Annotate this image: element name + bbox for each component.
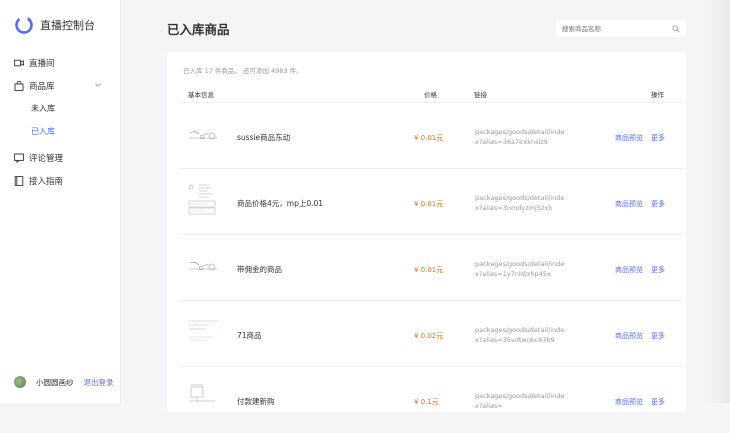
product-name: 带佣金的商品 xyxy=(237,265,282,274)
goods-table-card: 已入库 17 件商品， 还可添加 4983 件。 基本信息 价格 链接 操作 s… xyxy=(167,52,686,412)
sidebar: 直播控制台 直播间 商品库 未入库 已入库 评论管理 接入指南 小圆圆画纱 退出… xyxy=(0,0,121,403)
user-name: 小圆圆画纱 xyxy=(36,377,74,387)
more-button[interactable]: 更多 xyxy=(651,133,665,143)
column-header-link: 链接 xyxy=(474,91,487,99)
search-input[interactable] xyxy=(562,24,672,33)
product-link: packages/goods/detail/index?alias=3nmdyz… xyxy=(475,194,565,212)
table-row: sussie商品东动 ¥ 0.01元 packages/goods/detail… xyxy=(180,102,683,169)
column-header-price: 价格 xyxy=(424,91,437,99)
preview-button[interactable]: 商品预览 xyxy=(615,331,643,341)
product-price: ¥ 0.01元 xyxy=(414,134,444,142)
video-camera-icon xyxy=(14,59,24,67)
product-price: ¥ 0.02元 xyxy=(414,332,444,340)
chevron-down-icon[interactable] xyxy=(95,82,101,88)
user-info: 小圆圆画纱 退出登录 xyxy=(14,376,114,388)
product-link: packages/goods/detail/index?alias= xyxy=(475,392,565,410)
column-header-actions: 操作 xyxy=(651,91,664,99)
shopping-bag-icon xyxy=(14,81,24,91)
more-button[interactable]: 更多 xyxy=(651,397,665,407)
sidebar-subitem-not-stocked[interactable]: 未入库 xyxy=(31,103,55,114)
table-row: 71商品 ¥ 0.02元 packages/goods/detail/index… xyxy=(180,300,683,367)
stock-summary: 已入库 17 件商品， 还可添加 4983 件。 xyxy=(183,67,303,75)
product-name: 付款建新购 xyxy=(237,397,275,406)
book-icon xyxy=(14,176,24,186)
product-name: 商品价格4元，mp上0.01 xyxy=(237,199,324,208)
page-title: 已入库商品 xyxy=(167,22,230,37)
logout-link[interactable]: 退出登录 xyxy=(84,377,114,388)
preview-button[interactable]: 商品预览 xyxy=(615,397,643,407)
sidebar-item-label: 商品库 xyxy=(29,82,55,92)
product-thumbnail[interactable] xyxy=(187,183,219,219)
preview-button[interactable]: 商品预览 xyxy=(615,199,643,209)
avatar[interactable] xyxy=(14,376,26,388)
brand[interactable]: 直播控制台 xyxy=(14,14,95,36)
more-button[interactable]: 更多 xyxy=(651,265,665,275)
product-thumbnail[interactable] xyxy=(187,249,219,285)
product-link: packages/goods/detail/index?alias=1y7nld… xyxy=(475,260,565,278)
product-thumbnail[interactable] xyxy=(187,381,219,417)
search-box[interactable] xyxy=(556,20,686,37)
product-name: 71商品 xyxy=(237,331,262,340)
product-link: packages/goods/detail/index?alias=35vdtw… xyxy=(475,326,565,344)
preview-button[interactable]: 商品预览 xyxy=(615,133,643,143)
product-price: ¥ 0.1元 xyxy=(414,398,439,406)
product-price: ¥ 0.01元 xyxy=(414,266,444,274)
product-thumbnail[interactable] xyxy=(187,315,219,351)
sidebar-item-label: 直播间 xyxy=(29,59,55,69)
search-icon[interactable] xyxy=(672,24,680,33)
table-row: 付款建新购 ¥ 0.1元 packages/goods/detail/index… xyxy=(180,366,683,433)
sidebar-subitem-stocked[interactable]: 已入库 xyxy=(31,126,55,137)
sidebar-item-goods-library[interactable]: 商品库 xyxy=(14,80,55,92)
sidebar-item-live-room[interactable]: 直播间 xyxy=(14,57,55,69)
sidebar-item-comments[interactable]: 评论管理 xyxy=(14,152,63,164)
right-edge-shadow xyxy=(706,0,730,403)
brand-logo-icon xyxy=(15,16,33,34)
brand-title: 直播控制台 xyxy=(40,19,95,32)
preview-button[interactable]: 商品预览 xyxy=(615,265,643,275)
more-button[interactable]: 更多 xyxy=(651,331,665,341)
product-thumbnail[interactable] xyxy=(187,117,219,153)
table-row: 带佣金的商品 ¥ 0.01元 packages/goods/detail/ind… xyxy=(180,234,683,301)
column-header-basic-info: 基本信息 xyxy=(188,91,214,99)
sidebar-item-label: 评论管理 xyxy=(29,154,64,164)
more-button[interactable]: 更多 xyxy=(651,199,665,209)
product-link: packages/goods/detail/index?alias=36a7ir… xyxy=(475,128,565,146)
product-name: sussie商品东动 xyxy=(237,133,291,142)
product-price: ¥ 0.01元 xyxy=(414,200,444,208)
sidebar-item-guide[interactable]: 接入指南 xyxy=(14,175,63,187)
table-row: 商品价格4元，mp上0.01 ¥ 0.01元 packages/goods/de… xyxy=(180,168,683,235)
sidebar-item-label: 接入指南 xyxy=(29,177,64,187)
comment-icon xyxy=(14,153,24,163)
